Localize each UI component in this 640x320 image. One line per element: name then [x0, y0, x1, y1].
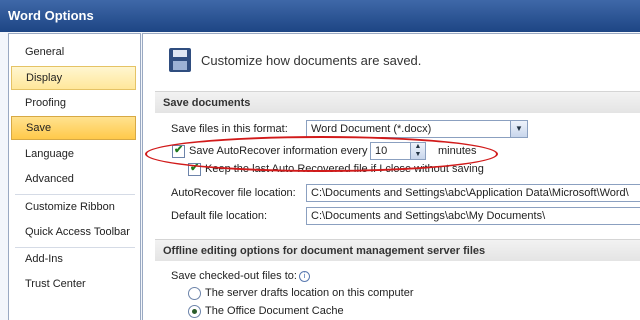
- section-offline-editing: Offline editing options for document man…: [155, 239, 640, 261]
- format-label: Save files in this format:: [171, 123, 288, 135]
- server-drafts-radio[interactable]: [188, 287, 201, 300]
- sidebar-item-advanced[interactable]: Advanced: [11, 167, 136, 191]
- checked-out-text: Save checked-out files to:: [171, 270, 297, 282]
- autorecover-location-input[interactable]: C:\Documents and Settings\abc\Applicatio…: [306, 184, 640, 202]
- save-icon: [169, 48, 191, 72]
- checked-out-label: Save checked-out files to: i: [171, 270, 310, 282]
- page-header: Customize how documents are saved.: [201, 53, 422, 68]
- file-format-value: Word Document (*.docx): [311, 123, 432, 135]
- section-save-documents: Save documents: [155, 91, 640, 113]
- check-icon: ✔: [174, 144, 184, 156]
- options-sidebar: General Display Proofing Save Language A…: [8, 33, 141, 320]
- sidebar-item-language[interactable]: Language: [11, 142, 136, 166]
- sidebar-item-display[interactable]: Display: [11, 66, 136, 90]
- autorecover-minutes-value: 10: [375, 145, 388, 157]
- sidebar-item-general[interactable]: General: [11, 40, 136, 64]
- file-format-select[interactable]: Word Document (*.docx) ▼: [306, 120, 528, 138]
- window-title: Word Options: [8, 8, 94, 23]
- autorecover-minutes-stepper[interactable]: 10 ▲ ▼: [370, 142, 426, 160]
- check-icon: ✔: [190, 162, 200, 174]
- sidebar-item-trust-center[interactable]: Trust Center: [11, 272, 136, 296]
- autorecover-checkbox[interactable]: ✔: [172, 144, 185, 158]
- server-drafts-label: The server drafts location on this compu…: [205, 287, 414, 299]
- keep-autorecovered-label: Keep the last Auto Recovered file if I c…: [205, 163, 484, 175]
- autorecover-label: Save AutoRecover information every: [189, 145, 368, 157]
- sidebar-item-proofing[interactable]: Proofing: [11, 91, 136, 115]
- default-location-label: Default file location:: [171, 210, 267, 222]
- sidebar-item-save[interactable]: Save: [11, 116, 136, 140]
- default-location-input[interactable]: C:\Documents and Settings\abc\My Documen…: [306, 207, 640, 225]
- office-document-cache-label: The Office Document Cache: [205, 305, 344, 317]
- word-options-dialog: Word Options General Display Proofing Sa…: [0, 0, 640, 320]
- radio-selected-dot: [192, 309, 197, 314]
- sidebar-item-customize-ribbon[interactable]: Customize Ribbon: [11, 195, 136, 219]
- sidebar-item-quick-access-toolbar[interactable]: Quick Access Toolbar: [11, 220, 136, 244]
- office-document-cache-radio[interactable]: [188, 305, 201, 318]
- autorecover-unit: minutes: [438, 145, 477, 157]
- autorecover-location-label: AutoRecover file location:: [171, 187, 296, 199]
- title-bar: Word Options: [0, 0, 640, 32]
- sidebar-item-add-ins[interactable]: Add-Ins: [11, 247, 136, 271]
- info-icon[interactable]: i: [298, 270, 310, 282]
- spinner-arrows-icon[interactable]: ▲ ▼: [410, 143, 425, 159]
- chevron-down-icon[interactable]: ▼: [510, 121, 527, 137]
- keep-autorecovered-checkbox[interactable]: ✔: [188, 162, 201, 176]
- options-content: Customize how documents are saved. Save …: [142, 33, 640, 320]
